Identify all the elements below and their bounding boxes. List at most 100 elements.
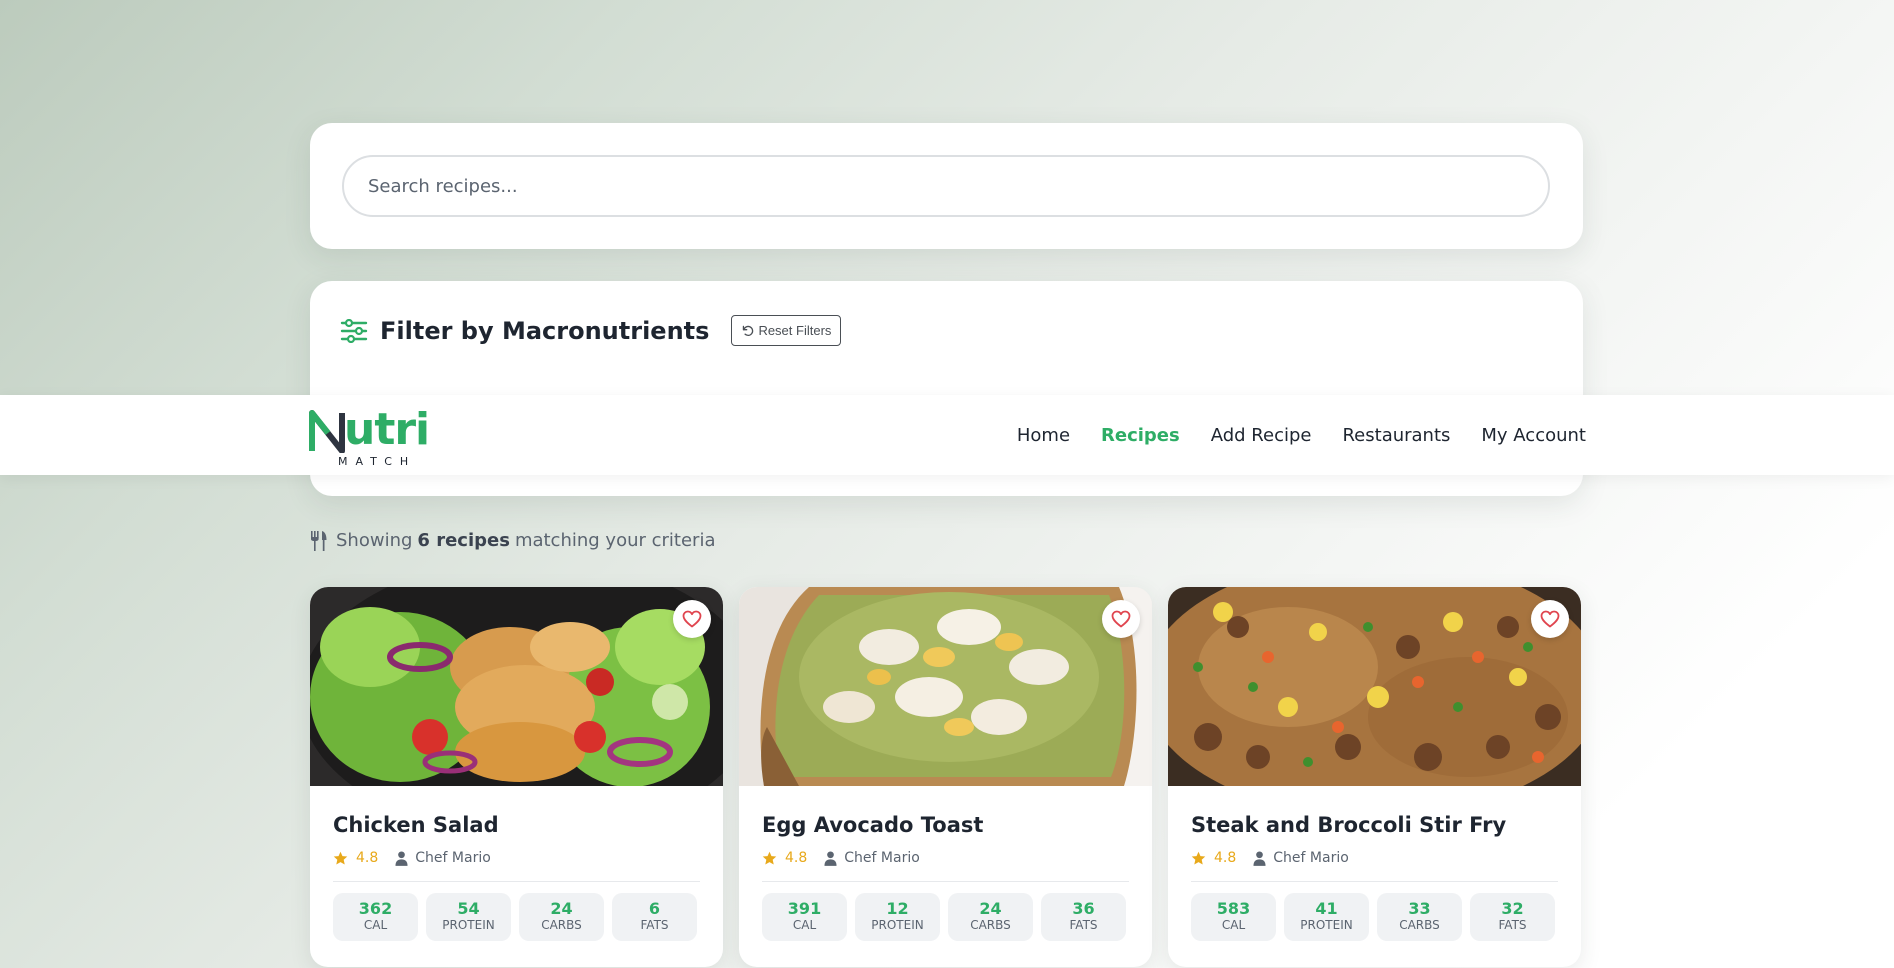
- search-panel: [310, 123, 1583, 249]
- results-suffix: matching your criteria: [514, 530, 716, 551]
- filter-title: Filter by Macronutrients: [380, 316, 710, 345]
- star-icon: [1191, 851, 1206, 864]
- user-icon: [395, 850, 408, 866]
- macro-label: CARBS: [1399, 918, 1440, 932]
- macro-value: 362: [358, 899, 393, 918]
- macro-value: 24: [979, 899, 1002, 918]
- heart-icon: [1111, 610, 1131, 628]
- macro-label: PROTEIN: [442, 918, 495, 932]
- nav-link-recipes[interactable]: Recipes: [1101, 425, 1180, 446]
- logo-wordmark: utri: [344, 404, 430, 455]
- undo-icon: [743, 325, 754, 337]
- user-icon: [824, 850, 837, 866]
- recipe-title[interactable]: Steak and Broccoli Stir Fry: [1191, 812, 1558, 838]
- macro-value: 6: [648, 899, 661, 918]
- recipe-chef: Chef Mario: [1273, 850, 1349, 866]
- heart-icon: [1540, 610, 1560, 628]
- filter-header: Filter by Macronutrients Reset Filters: [340, 315, 842, 346]
- macro-fats: 6 FATS: [612, 893, 697, 941]
- recipe-card-body: Egg Avocado Toast 4.8 Chef Mario 391 CAL …: [739, 786, 1152, 941]
- macro-value: 36: [1072, 899, 1095, 918]
- recipe-image[interactable]: [310, 587, 723, 786]
- results-prefix: Showing: [336, 530, 413, 551]
- recipe-meta: 4.8 Chef Mario: [762, 850, 1129, 866]
- macro-stats: 362 CAL 54 PROTEIN 24 CARBS 6 FATS: [333, 893, 700, 941]
- recipe-card-body: Chicken Salad 4.8 Chef Mario 362 CAL 54 PR…: [310, 786, 723, 941]
- recipe-title[interactable]: Chicken Salad: [333, 812, 700, 838]
- macro-value: 12: [886, 899, 909, 918]
- macro-label: CARBS: [970, 918, 1011, 932]
- user-icon: [1253, 850, 1266, 866]
- macro-value: 54: [457, 899, 480, 918]
- macro-label: FATS: [1069, 918, 1098, 932]
- recipe-card[interactable]: Egg Avocado Toast 4.8 Chef Mario 391 CAL …: [739, 587, 1152, 967]
- nav-links: Home Recipes Add Recipe Restaurants My A…: [986, 395, 1586, 475]
- macro-protein: 41 PROTEIN: [1284, 893, 1369, 941]
- macro-carbs: 33 CARBS: [1377, 893, 1462, 941]
- nav-link-restaurants[interactable]: Restaurants: [1342, 425, 1450, 446]
- macro-value: 32: [1501, 899, 1524, 918]
- recipe-chef: Chef Mario: [415, 850, 491, 866]
- favorite-button[interactable]: [1531, 600, 1569, 638]
- star-icon: [762, 851, 777, 864]
- logo-n-mark: [309, 410, 345, 453]
- macro-stats: 391 CAL 12 PROTEIN 24 CARBS 36 FATS: [762, 893, 1129, 941]
- logo[interactable]: utri MATCH: [308, 404, 438, 469]
- macro-calories: 391 CAL: [762, 893, 847, 941]
- recipe-card[interactable]: Steak and Broccoli Stir Fry 4.8 Chef Mar…: [1168, 587, 1581, 967]
- macro-calories: 362 CAL: [333, 893, 418, 941]
- recipe-image[interactable]: [1168, 587, 1581, 786]
- macro-fats: 32 FATS: [1470, 893, 1555, 941]
- nav-link-home[interactable]: Home: [1017, 425, 1070, 446]
- results-count: 6 recipes: [417, 530, 510, 551]
- recipe-rating: 4.8: [785, 850, 808, 866]
- divider: [333, 881, 700, 882]
- recipe-card[interactable]: Chicken Salad 4.8 Chef Mario 362 CAL 54 PR…: [310, 587, 723, 967]
- macro-label: FATS: [1498, 918, 1527, 932]
- reset-filters-label: Reset Filters: [758, 323, 832, 338]
- macro-label: CAL: [1221, 918, 1246, 932]
- macro-label: CAL: [792, 918, 817, 932]
- macro-value: 391: [787, 899, 822, 918]
- macro-value: 41: [1315, 899, 1338, 918]
- sliders-icon: [340, 318, 368, 343]
- divider: [762, 881, 1129, 882]
- recipe-meta: 4.8 Chef Mario: [333, 850, 700, 866]
- egg-avocado-toast-image: [739, 587, 1152, 786]
- nav-link-add-recipe[interactable]: Add Recipe: [1211, 425, 1312, 446]
- recipe-card-body: Steak and Broccoli Stir Fry 4.8 Chef Mar…: [1168, 786, 1581, 941]
- recipe-rating: 4.8: [356, 850, 379, 866]
- reset-filters-button[interactable]: Reset Filters: [731, 315, 842, 346]
- star-icon: [333, 851, 348, 864]
- logo-subtitle: MATCH: [338, 455, 417, 468]
- macro-value: 24: [550, 899, 573, 918]
- macro-calories: 583 CAL: [1191, 893, 1276, 941]
- recipe-title[interactable]: Egg Avocado Toast: [762, 812, 1129, 838]
- recipe-image[interactable]: [739, 587, 1152, 786]
- favorite-button[interactable]: [1102, 600, 1140, 638]
- macro-stats: 583 CAL 41 PROTEIN 33 CARBS 32 FATS: [1191, 893, 1558, 941]
- nav-link-my-account[interactable]: My Account: [1481, 425, 1586, 446]
- recipe-rating: 4.8: [1214, 850, 1237, 866]
- macro-label: PROTEIN: [1300, 918, 1353, 932]
- macro-protein: 12 PROTEIN: [855, 893, 940, 941]
- utensils-icon: [311, 530, 327, 551]
- results-summary: Showing 6 recipes matching your criteria: [310, 530, 715, 551]
- steak-stir-fry-image: [1168, 587, 1581, 786]
- macro-label: PROTEIN: [871, 918, 924, 932]
- favorite-button[interactable]: [673, 600, 711, 638]
- macro-label: CAL: [363, 918, 388, 932]
- recipe-meta: 4.8 Chef Mario: [1191, 850, 1558, 866]
- search-input[interactable]: [342, 155, 1550, 217]
- macro-carbs: 24 CARBS: [948, 893, 1033, 941]
- recipe-chef: Chef Mario: [844, 850, 920, 866]
- navbar: utri MATCH Home Recipes Add Recipe Resta…: [0, 395, 1894, 475]
- macro-value: 33: [1408, 899, 1431, 918]
- macro-fats: 36 FATS: [1041, 893, 1126, 941]
- heart-icon: [682, 610, 702, 628]
- divider: [1191, 881, 1558, 882]
- chicken-salad-image: [310, 587, 723, 786]
- macro-protein: 54 PROTEIN: [426, 893, 511, 941]
- macro-value: 583: [1216, 899, 1251, 918]
- macro-label: CARBS: [541, 918, 582, 932]
